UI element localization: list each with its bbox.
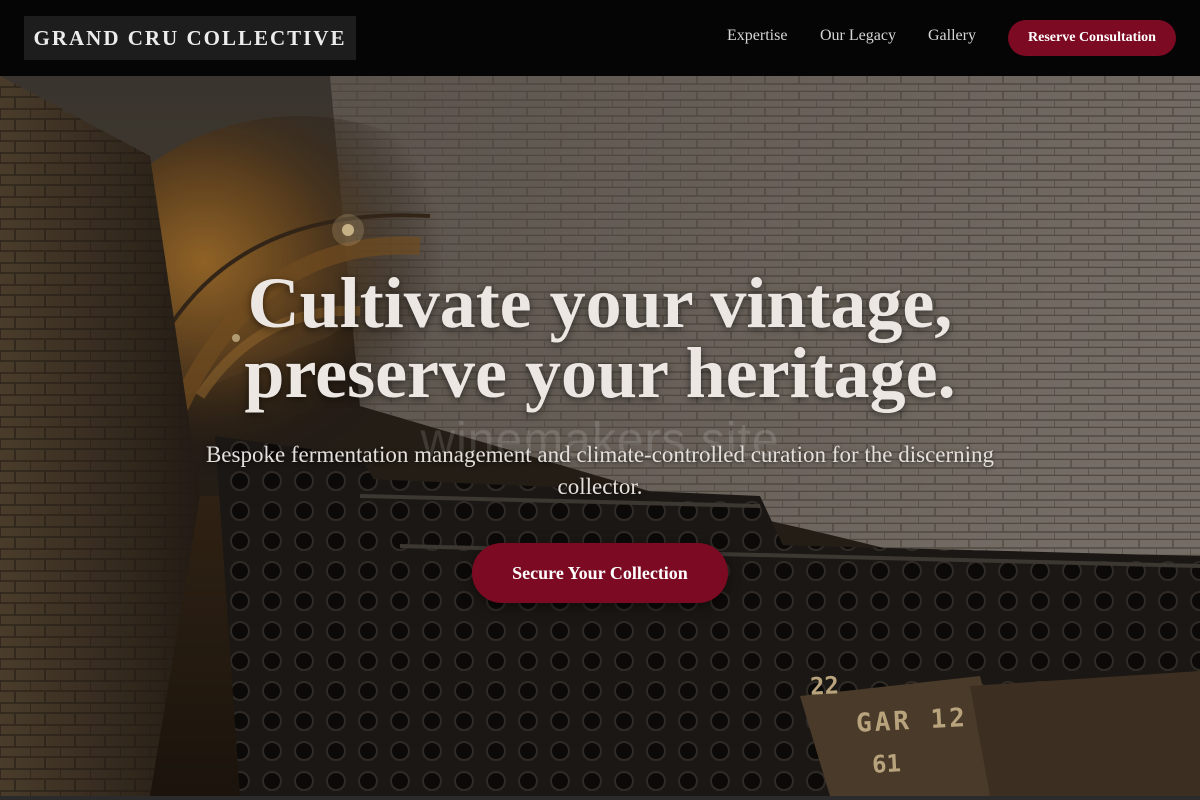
- hero-headline-line-1: Cultivate your vintage,: [247, 263, 953, 343]
- hero-section: 22 GAR 12 61 winemakers.site Cultivate y…: [0, 76, 1200, 796]
- brand-logo[interactable]: GRAND CRU COLLECTIVE: [24, 16, 356, 60]
- hero-subtitle: Bespoke fermentation management and clim…: [205, 442, 995, 499]
- top-navigation-bar: GRAND CRU COLLECTIVE Expertise Our Legac…: [0, 0, 1200, 76]
- nav-link-our-legacy[interactable]: Our Legacy: [820, 27, 896, 45]
- nav-link-expertise[interactable]: Expertise: [727, 27, 787, 45]
- crate-label-top: 22: [809, 671, 840, 701]
- hero-headline-line-2: preserve your heritage.: [244, 333, 956, 413]
- nav-link-gallery[interactable]: Gallery: [928, 27, 976, 45]
- crate-label-main: GAR 12: [855, 703, 969, 739]
- reserve-consultation-button[interactable]: Reserve Consultation: [1008, 20, 1176, 56]
- page-bottom-divider: [0, 796, 1200, 800]
- secure-your-collection-button[interactable]: Secure Your Collection: [472, 543, 728, 603]
- crate-label-sub: 61: [871, 749, 902, 779]
- hero-headline: Cultivate your vintage, preserve your he…: [0, 263, 1200, 413]
